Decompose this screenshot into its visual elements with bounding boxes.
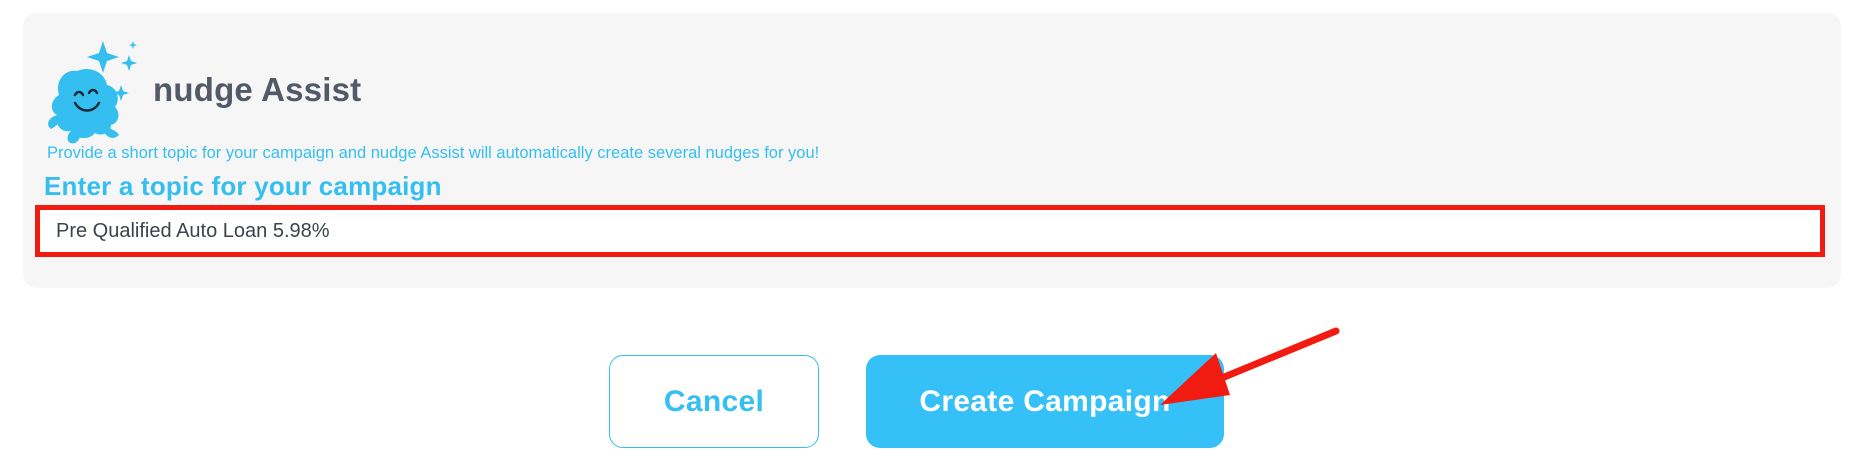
nudge-assist-panel: nudge Assist Provide a short topic for y… [23,13,1841,288]
panel-title: nudge Assist [153,71,362,108]
create-campaign-button[interactable]: Create Campaign [866,355,1224,448]
topic-input[interactable] [45,215,1815,247]
nudge-mascot-icon [48,41,137,144]
panel-description: Provide a short topic for your campaign … [47,144,820,162]
page: nudge Assist Provide a short topic for y… [0,0,1851,468]
topic-field-label: Enter a topic for your campaign [44,171,442,201]
topic-input-highlight [35,205,1825,257]
cancel-button[interactable]: Cancel [609,355,819,448]
